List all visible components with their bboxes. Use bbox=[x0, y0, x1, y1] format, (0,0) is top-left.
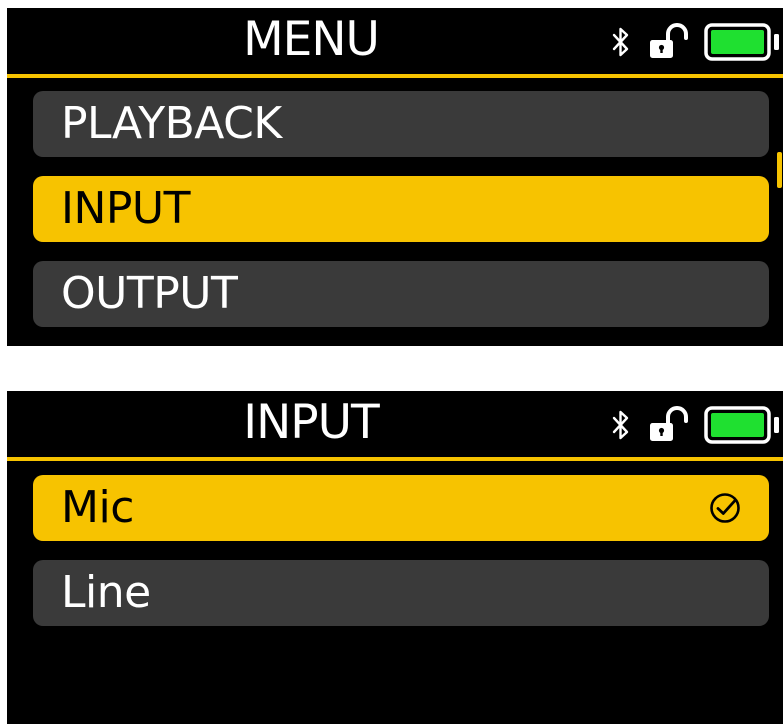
input-screen: INPUT Mic Line bbox=[7, 391, 783, 724]
unlocked-padlock-icon bbox=[650, 23, 688, 58]
screen-title: INPUT bbox=[243, 395, 379, 450]
input-option-mic[interactable]: Mic bbox=[33, 475, 769, 541]
menu-item-input[interactable]: INPUT bbox=[33, 176, 769, 242]
input-option-label: Mic bbox=[61, 482, 134, 533]
battery-full-icon bbox=[704, 23, 779, 61]
menu-item-label: OUTPUT bbox=[61, 268, 238, 319]
menu-item-label: INPUT bbox=[61, 183, 191, 234]
input-option-line[interactable]: Line bbox=[33, 560, 769, 626]
input-option-label: Line bbox=[61, 567, 151, 618]
bluetooth-icon bbox=[612, 410, 629, 440]
screen-title: MENU bbox=[243, 12, 380, 67]
unlocked-padlock-icon bbox=[650, 406, 688, 441]
header-divider bbox=[7, 74, 783, 78]
input-header: INPUT bbox=[7, 391, 783, 457]
bluetooth-icon bbox=[612, 27, 629, 57]
header-divider bbox=[7, 457, 783, 461]
battery-full-icon bbox=[704, 406, 779, 444]
menu-item-playback[interactable]: PLAYBACK bbox=[33, 91, 769, 157]
scrollbar[interactable] bbox=[777, 152, 782, 188]
checkmark-circle-icon bbox=[710, 493, 740, 523]
menu-header: MENU bbox=[7, 8, 783, 74]
menu-item-label: PLAYBACK bbox=[61, 98, 282, 149]
menu-item-output[interactable]: OUTPUT bbox=[33, 261, 769, 327]
menu-screen: MENU PLAYBACK INPUT OUTPUT bbox=[7, 8, 783, 346]
